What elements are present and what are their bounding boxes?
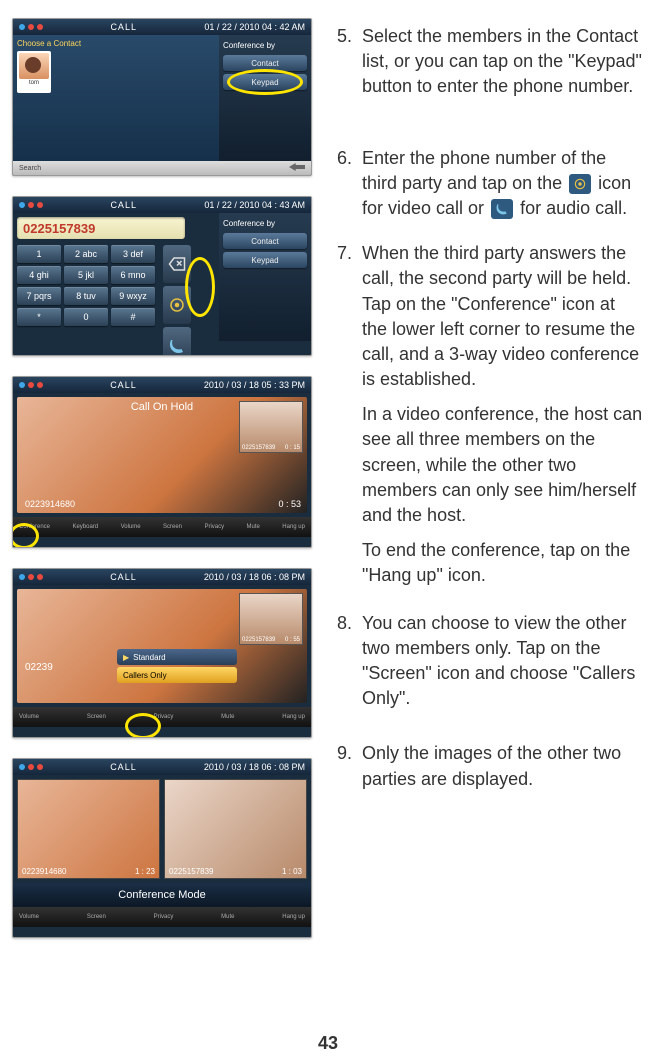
option-callers-only[interactable]: Callers Only xyxy=(117,667,237,683)
instruction-column: 5. Select the members in the Contact lis… xyxy=(330,18,644,938)
video-a: 0223914680 1 : 23 xyxy=(17,779,160,879)
video-b: 0225157839 1 : 03 xyxy=(164,779,307,879)
step-6: 6. Enter the phone number of the third p… xyxy=(330,146,644,222)
option-standard[interactable]: ▶Standard xyxy=(117,649,237,665)
contact-card[interactable]: tom xyxy=(17,51,51,93)
key-0[interactable]: 0 xyxy=(64,308,108,326)
key-6[interactable]: 6 mno xyxy=(111,266,155,284)
conference-by-label: Conference by xyxy=(223,39,307,52)
pip-video: 0225157839 0 : 55 xyxy=(239,593,303,645)
keypad-grid: 1 2 abc 3 def 4 ghi 5 jkl 6 mno 7 pqrs 8… xyxy=(13,245,159,356)
step-5: 5. Select the members in the Contact lis… xyxy=(330,24,644,100)
step-9: 9. Only the images of the other two part… xyxy=(330,741,644,791)
contact-button[interactable]: Contact xyxy=(223,233,307,249)
step-8: 8. You can choose to view the other two … xyxy=(330,611,644,712)
screenshot-conference-mode: CALL 2010 / 03 / 18 06 : 08 PM 022391468… xyxy=(12,758,312,938)
backspace-button[interactable] xyxy=(163,245,191,283)
key-9[interactable]: 9 wxyz xyxy=(111,287,155,305)
screen-title: CALL xyxy=(110,22,137,32)
main-number: 0223914680 xyxy=(25,499,75,509)
screenshot-screen-menu: CALL 2010 / 03 / 18 06 : 08 PM 022515783… xyxy=(12,568,312,738)
keypad-button[interactable]: Keypad xyxy=(223,252,307,268)
screenshot-keypad: CALL 01 / 22 / 2010 04 : 43 AM 022515783… xyxy=(12,196,312,356)
contact-button[interactable]: Contact xyxy=(223,55,307,71)
key-7[interactable]: 7 pqrs xyxy=(17,287,61,305)
number-input[interactable]: 0225157839 xyxy=(17,217,185,239)
key-8[interactable]: 8 tuv xyxy=(64,287,108,305)
pip-video: 0225157839 0 : 15 xyxy=(239,401,303,453)
key-3[interactable]: 3 def xyxy=(111,245,155,263)
screen-popup: ▶Standard Callers Only xyxy=(117,649,237,683)
key-2[interactable]: 2 abc xyxy=(64,245,108,263)
audio-call-icon xyxy=(491,199,513,219)
key-hash[interactable]: # xyxy=(111,308,155,326)
call-on-hold-label: Call On Hold xyxy=(131,401,193,413)
step-7: 7. When the third party answers the call… xyxy=(330,241,644,598)
conference-icon[interactable]: Conference xyxy=(19,524,50,530)
key-star[interactable]: * xyxy=(17,308,61,326)
main-duration: 0 : 53 xyxy=(278,499,301,509)
main-number: 02239 xyxy=(25,662,53,673)
screen-icon[interactable]: Screen xyxy=(87,714,106,720)
screenshot-column: CALL 01 / 22 / 2010 04 : 42 AM Choose a … xyxy=(12,18,312,938)
call-toolbar: Volume Screen Privacy Mute Hang up xyxy=(13,907,311,927)
video-call-icon xyxy=(569,174,591,194)
page-number: 43 xyxy=(318,1033,338,1054)
search-button[interactable]: Search xyxy=(19,165,41,172)
back-button[interactable] xyxy=(289,162,305,174)
key-5[interactable]: 5 jkl xyxy=(64,266,108,284)
audio-call-button[interactable] xyxy=(163,327,191,356)
keypad-button[interactable]: Keypad xyxy=(223,74,307,90)
call-toolbar: Volume Screen Privacy Mute Hang up xyxy=(13,707,311,727)
screenshot-call-on-hold: CALL 2010 / 03 / 18 05 : 33 PM Call On H… xyxy=(12,376,312,548)
video-call-button[interactable] xyxy=(163,286,191,324)
conference-mode-label: Conference Mode xyxy=(13,883,311,907)
contact-name: tom xyxy=(29,80,39,86)
key-1[interactable]: 1 xyxy=(17,245,61,263)
call-toolbar: Conference Keyboard Volume Screen Privac… xyxy=(13,517,311,537)
screenshot-choose-contact: CALL 01 / 22 / 2010 04 : 42 AM Choose a … xyxy=(12,18,312,176)
key-4[interactable]: 4 ghi xyxy=(17,266,61,284)
choose-contact-label: Choose a Contact xyxy=(17,39,215,48)
avatar xyxy=(19,53,49,79)
